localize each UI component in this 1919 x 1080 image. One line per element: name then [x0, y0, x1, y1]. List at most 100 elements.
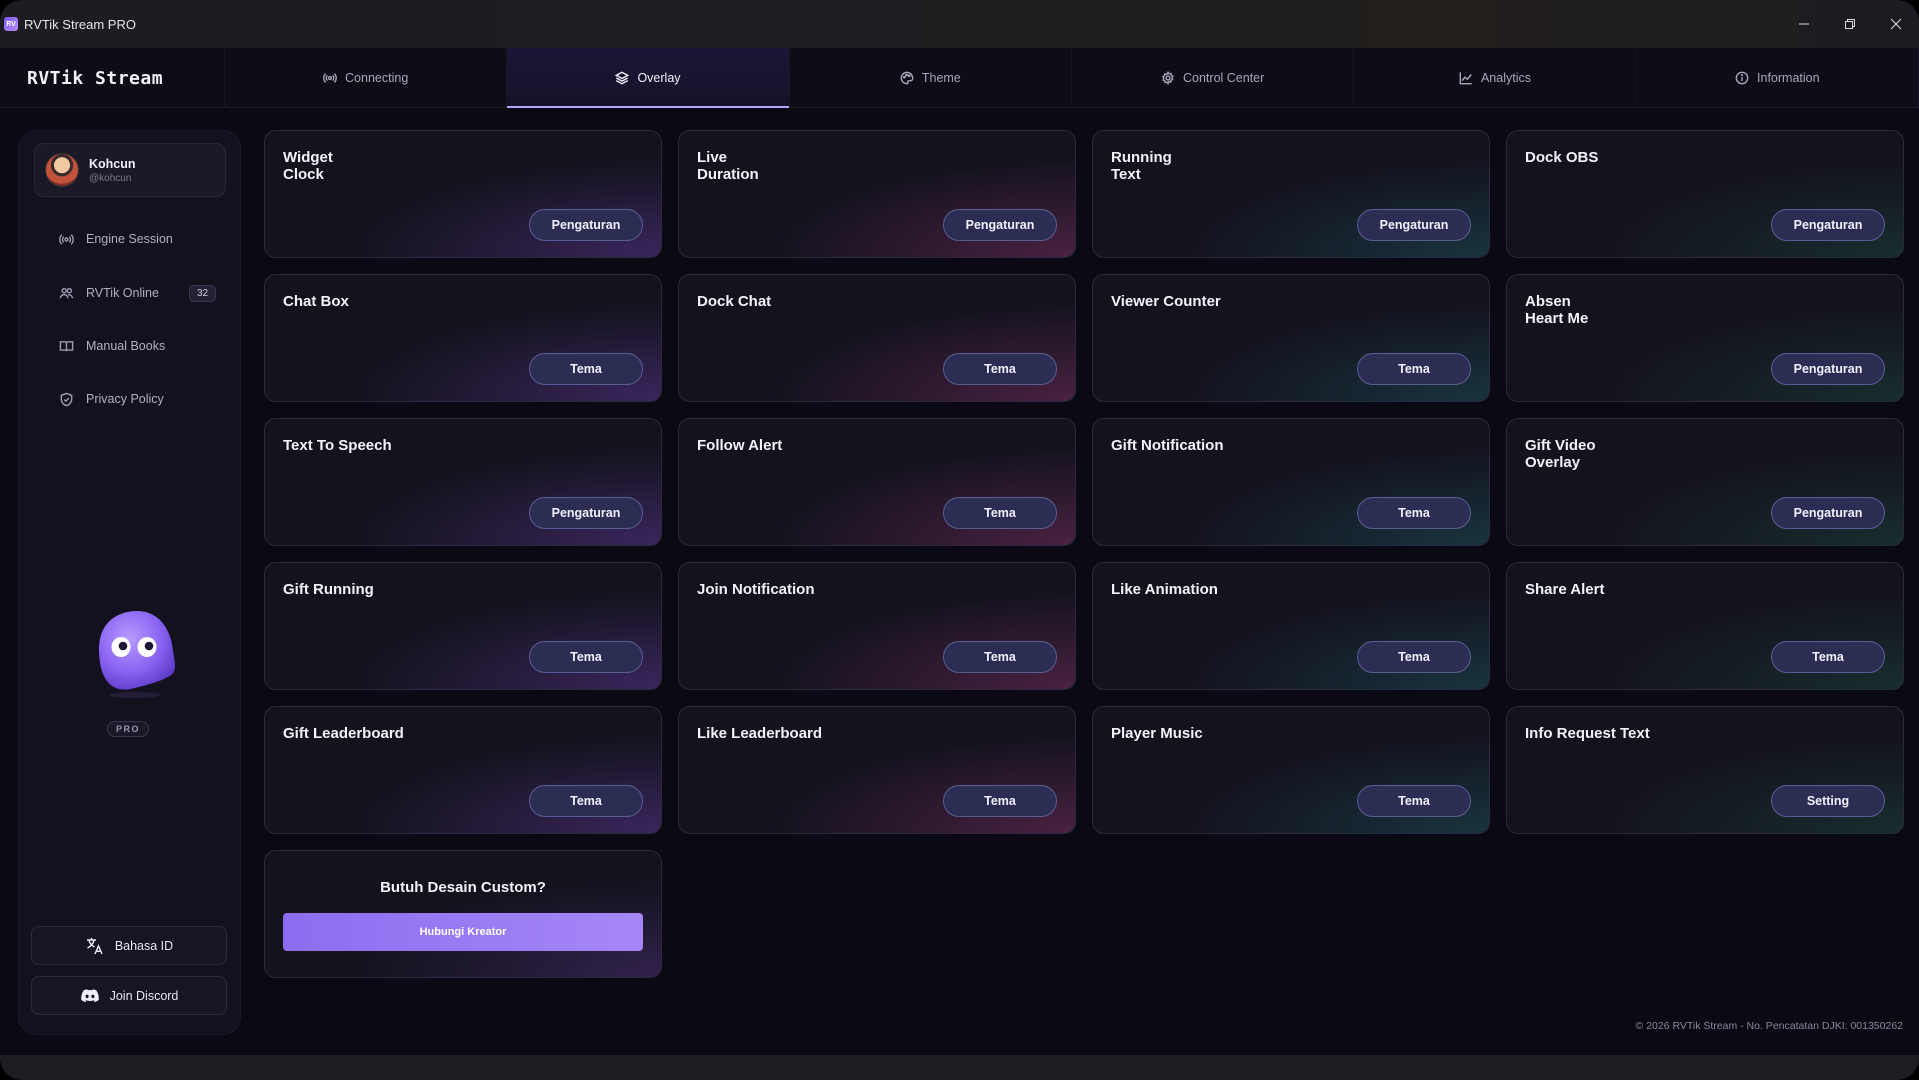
- overlay-card-button[interactable]: Tema: [943, 785, 1057, 817]
- overlay-card-button[interactable]: Tema: [1357, 641, 1471, 673]
- ghost-mascot: [99, 611, 175, 698]
- avatar: [45, 153, 79, 187]
- overlay-card-title: Absen Heart Me: [1525, 293, 1589, 327]
- tab-label: Theme: [921, 71, 961, 85]
- sidebar-item-label: Manual Books: [86, 339, 166, 353]
- overlay-card: Info Request Text Setting: [1506, 706, 1904, 834]
- gear-icon: [1161, 71, 1174, 85]
- window-controls: [1781, 0, 1919, 48]
- translate-icon: [86, 937, 103, 954]
- tab-label: Information: [1757, 71, 1820, 85]
- overlay-card-title: Share Alert: [1525, 581, 1605, 598]
- overlay-card-title: Live Duration: [697, 149, 759, 183]
- overlay-card-title: Viewer Counter: [1111, 293, 1221, 310]
- overlay-card-button[interactable]: Tema: [529, 353, 643, 385]
- overlay-card: Dock Chat Tema: [678, 274, 1076, 402]
- overlay-card-title: Join Notification: [697, 581, 815, 598]
- overlay-card-button[interactable]: Tema: [943, 353, 1057, 385]
- info-icon: [1735, 71, 1749, 85]
- user-profile[interactable]: Kohcun @kohcun: [34, 143, 226, 197]
- overlay-card-title: Text To Speech: [283, 437, 392, 454]
- overlay-card: Absen Heart Me Pengaturan: [1506, 274, 1904, 402]
- overlay-card-title: Running Text: [1111, 149, 1172, 183]
- overlay-card-button[interactable]: Pengaturan: [529, 209, 643, 241]
- sidebar-item-rvtik-online[interactable]: RVTik Online 32: [59, 283, 217, 303]
- app-icon-text: RV: [6, 20, 16, 28]
- overlay-card-title: Follow Alert: [697, 437, 783, 454]
- tab-connecting[interactable]: Connecting: [225, 48, 508, 108]
- overlay-card: Dock OBS Pengaturan: [1506, 130, 1904, 258]
- overlay-card-title: Gift Leaderboard: [283, 725, 404, 742]
- title-bar: RV RVTik Stream PRO: [0, 0, 1919, 48]
- overlay-card: Text To Speech Pengaturan: [264, 418, 662, 546]
- language-button-label: Bahasa ID: [114, 938, 174, 953]
- overlay-card-title: Like Leaderboard: [697, 725, 823, 742]
- overlay-card: Chat Box Tema: [264, 274, 662, 402]
- overlay-card: Gift Running Tema: [264, 562, 662, 690]
- broadcast-icon: [59, 233, 74, 245]
- tab-theme[interactable]: Theme: [790, 48, 1072, 108]
- overlay-card-button[interactable]: Tema: [1357, 497, 1471, 529]
- overlay-card-title: Widget Clock: [283, 149, 333, 183]
- sidebar-item-label: Engine Session: [86, 232, 173, 246]
- language-button[interactable]: Bahasa ID: [31, 926, 227, 965]
- overlay-card-title: Chat Box: [283, 293, 349, 310]
- overlay-card-button[interactable]: Tema: [529, 785, 643, 817]
- overlay-card: Widget Clock Pengaturan: [264, 130, 662, 258]
- overlay-card-title: Gift Running: [283, 581, 374, 598]
- sidebar-item-manual-books[interactable]: Manual Books: [59, 336, 165, 356]
- tab-label: Overlay: [637, 71, 681, 85]
- sidebar-item-privacy-policy[interactable]: Privacy Policy: [59, 389, 164, 409]
- sidebar: Kohcun @kohcun Engine Session RVTik Onli…: [18, 130, 241, 1035]
- overlay-card-button[interactable]: Pengaturan: [529, 497, 643, 529]
- overlay-card-button[interactable]: Pengaturan: [943, 209, 1057, 241]
- overlay-card: Join Notification Tema: [678, 562, 1076, 690]
- tab-overlay[interactable]: Overlay: [507, 48, 790, 108]
- window-title: RVTik Stream PRO: [24, 16, 136, 32]
- join-discord-button[interactable]: Join Discord: [31, 976, 227, 1015]
- overlay-card-button[interactable]: Tema: [943, 641, 1057, 673]
- tab-label: Connecting: [345, 71, 409, 85]
- overlay-card-button[interactable]: Pengaturan: [1771, 353, 1885, 385]
- contact-creator-button[interactable]: Hubungi Kreator: [283, 913, 643, 951]
- overlay-card-button[interactable]: Tema: [943, 497, 1057, 529]
- minimize-icon[interactable]: [1781, 0, 1827, 48]
- sidebar-item-label: RVTik Online: [86, 286, 159, 300]
- pro-badge: PRO: [107, 721, 150, 737]
- discord-icon: [80, 988, 99, 1002]
- sidebar-item-label: Privacy Policy: [86, 392, 164, 406]
- overlay-card-button[interactable]: Setting: [1771, 785, 1885, 817]
- app-icon: RV: [4, 17, 18, 31]
- overlay-card: Share Alert Tema: [1506, 562, 1904, 690]
- restore-icon[interactable]: [1827, 0, 1873, 48]
- overlay-card-title: Gift Notification: [1111, 437, 1224, 454]
- overlay-card: Viewer Counter Tema: [1092, 274, 1490, 402]
- discord-button-label: Join Discord: [109, 988, 179, 1003]
- sidebar-item-engine-session[interactable]: Engine Session: [59, 229, 173, 249]
- online-count-badge: 32: [188, 284, 217, 302]
- overlay-card: Gift Notification Tema: [1092, 418, 1490, 546]
- tab-information[interactable]: Information: [1637, 48, 1919, 108]
- overlay-card: Like Leaderboard Tema: [678, 706, 1076, 834]
- users-icon: [59, 287, 74, 298]
- overlay-card-button[interactable]: Tema: [1357, 785, 1471, 817]
- overlay-card: Follow Alert Tema: [678, 418, 1076, 546]
- overlay-card-button[interactable]: Pengaturan: [1771, 209, 1885, 241]
- overlay-card: Gift Leaderboard Tema: [264, 706, 662, 834]
- tab-analytics[interactable]: Analytics: [1354, 48, 1637, 108]
- overlay-card: Running Text Pengaturan: [1092, 130, 1490, 258]
- close-icon[interactable]: [1873, 0, 1919, 48]
- overlay-card-button[interactable]: Tema: [1357, 353, 1471, 385]
- overlay-card-button[interactable]: Tema: [1771, 641, 1885, 673]
- footer-copyright: © 2026 RVTik Stream - No. Pencatatan DJK…: [1635, 1020, 1903, 1032]
- tab-control-center[interactable]: Control Center: [1072, 48, 1355, 108]
- shield-icon: [60, 392, 73, 406]
- overlay-card: Gift Video Overlay Pengaturan: [1506, 418, 1904, 546]
- bottom-bar: [0, 1055, 1919, 1080]
- overlay-card-button[interactable]: Pengaturan: [1357, 209, 1471, 241]
- chart-icon: [1459, 72, 1472, 85]
- overlay-card-button[interactable]: Pengaturan: [1771, 497, 1885, 529]
- overlay-card-button[interactable]: Tema: [529, 641, 643, 673]
- custom-design-title: Butuh Desain Custom?: [380, 879, 546, 896]
- layers-icon: [615, 71, 630, 85]
